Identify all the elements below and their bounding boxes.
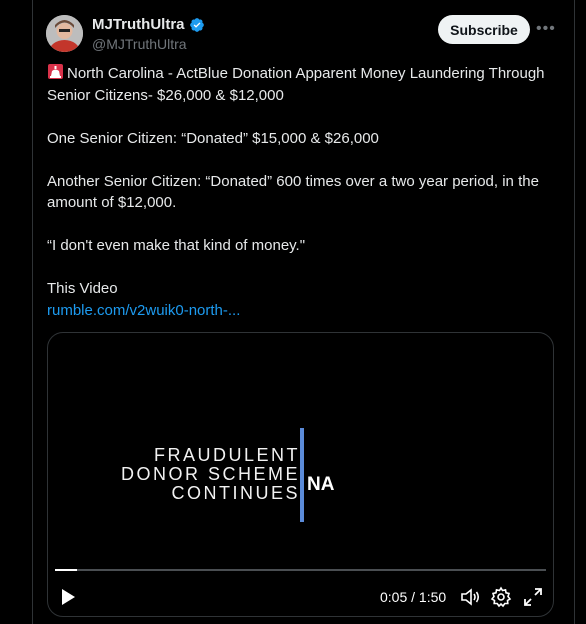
video-overlay-line-3: CONTINUES xyxy=(171,483,300,503)
video-overlay-divider xyxy=(300,428,304,522)
author-handle[interactable]: @MJTruthUltra xyxy=(92,36,187,52)
tweet-line-5: This Video xyxy=(47,280,118,297)
tweet-line-2: One Senior Citizen: “Donated” $15,000 & … xyxy=(47,129,379,147)
settings-gear-icon[interactable] xyxy=(490,586,512,608)
video-overlay-text: FRAUDULENT DONOR SCHEME CONTINUES xyxy=(121,446,300,503)
display-name[interactable]: MJTruthUltra xyxy=(92,16,185,33)
video-time: 0:05 / 1:50 xyxy=(380,589,447,605)
avatar[interactable] xyxy=(46,15,83,52)
siren-icon xyxy=(47,63,64,80)
video-overlay-line-2: DONOR SCHEME xyxy=(120,464,300,484)
subscribe-button[interactable]: Subscribe xyxy=(438,15,530,44)
video-overlay-suffix: NA xyxy=(307,474,335,495)
play-icon[interactable] xyxy=(60,588,76,606)
more-options-icon[interactable]: ••• xyxy=(536,18,555,40)
video-player[interactable]: FRAUDULENT DONOR SCHEME CONTINUES NA 0:0… xyxy=(47,332,554,617)
author-name-row[interactable]: MJTruthUltra xyxy=(92,16,205,33)
tweet-line-3: Another Senior Citizen: “Donated” 600 ti… xyxy=(47,172,539,212)
tweet-line-1: North Carolina - ActBlue Donation Appare… xyxy=(47,65,545,104)
verified-badge-icon xyxy=(189,17,205,33)
video-progress-fill xyxy=(55,569,78,571)
volume-icon[interactable] xyxy=(459,586,481,608)
tweet-text: North Carolina - ActBlue Donation Appare… xyxy=(47,63,557,321)
video-frame[interactable]: FRAUDULENT DONOR SCHEME CONTINUES NA xyxy=(48,333,553,616)
fullscreen-icon[interactable] xyxy=(522,586,544,608)
video-overlay-line-1: FRAUDULENT xyxy=(153,445,300,465)
tweet-line-4: “I don't even make that kind of money." xyxy=(47,237,306,254)
tweet-paragraph-1: North Carolina - ActBlue Donation Appare… xyxy=(47,63,557,106)
tweet-link[interactable]: rumble.com/v2wuik0-north-... xyxy=(47,302,240,319)
video-progress-bar[interactable] xyxy=(55,569,546,571)
